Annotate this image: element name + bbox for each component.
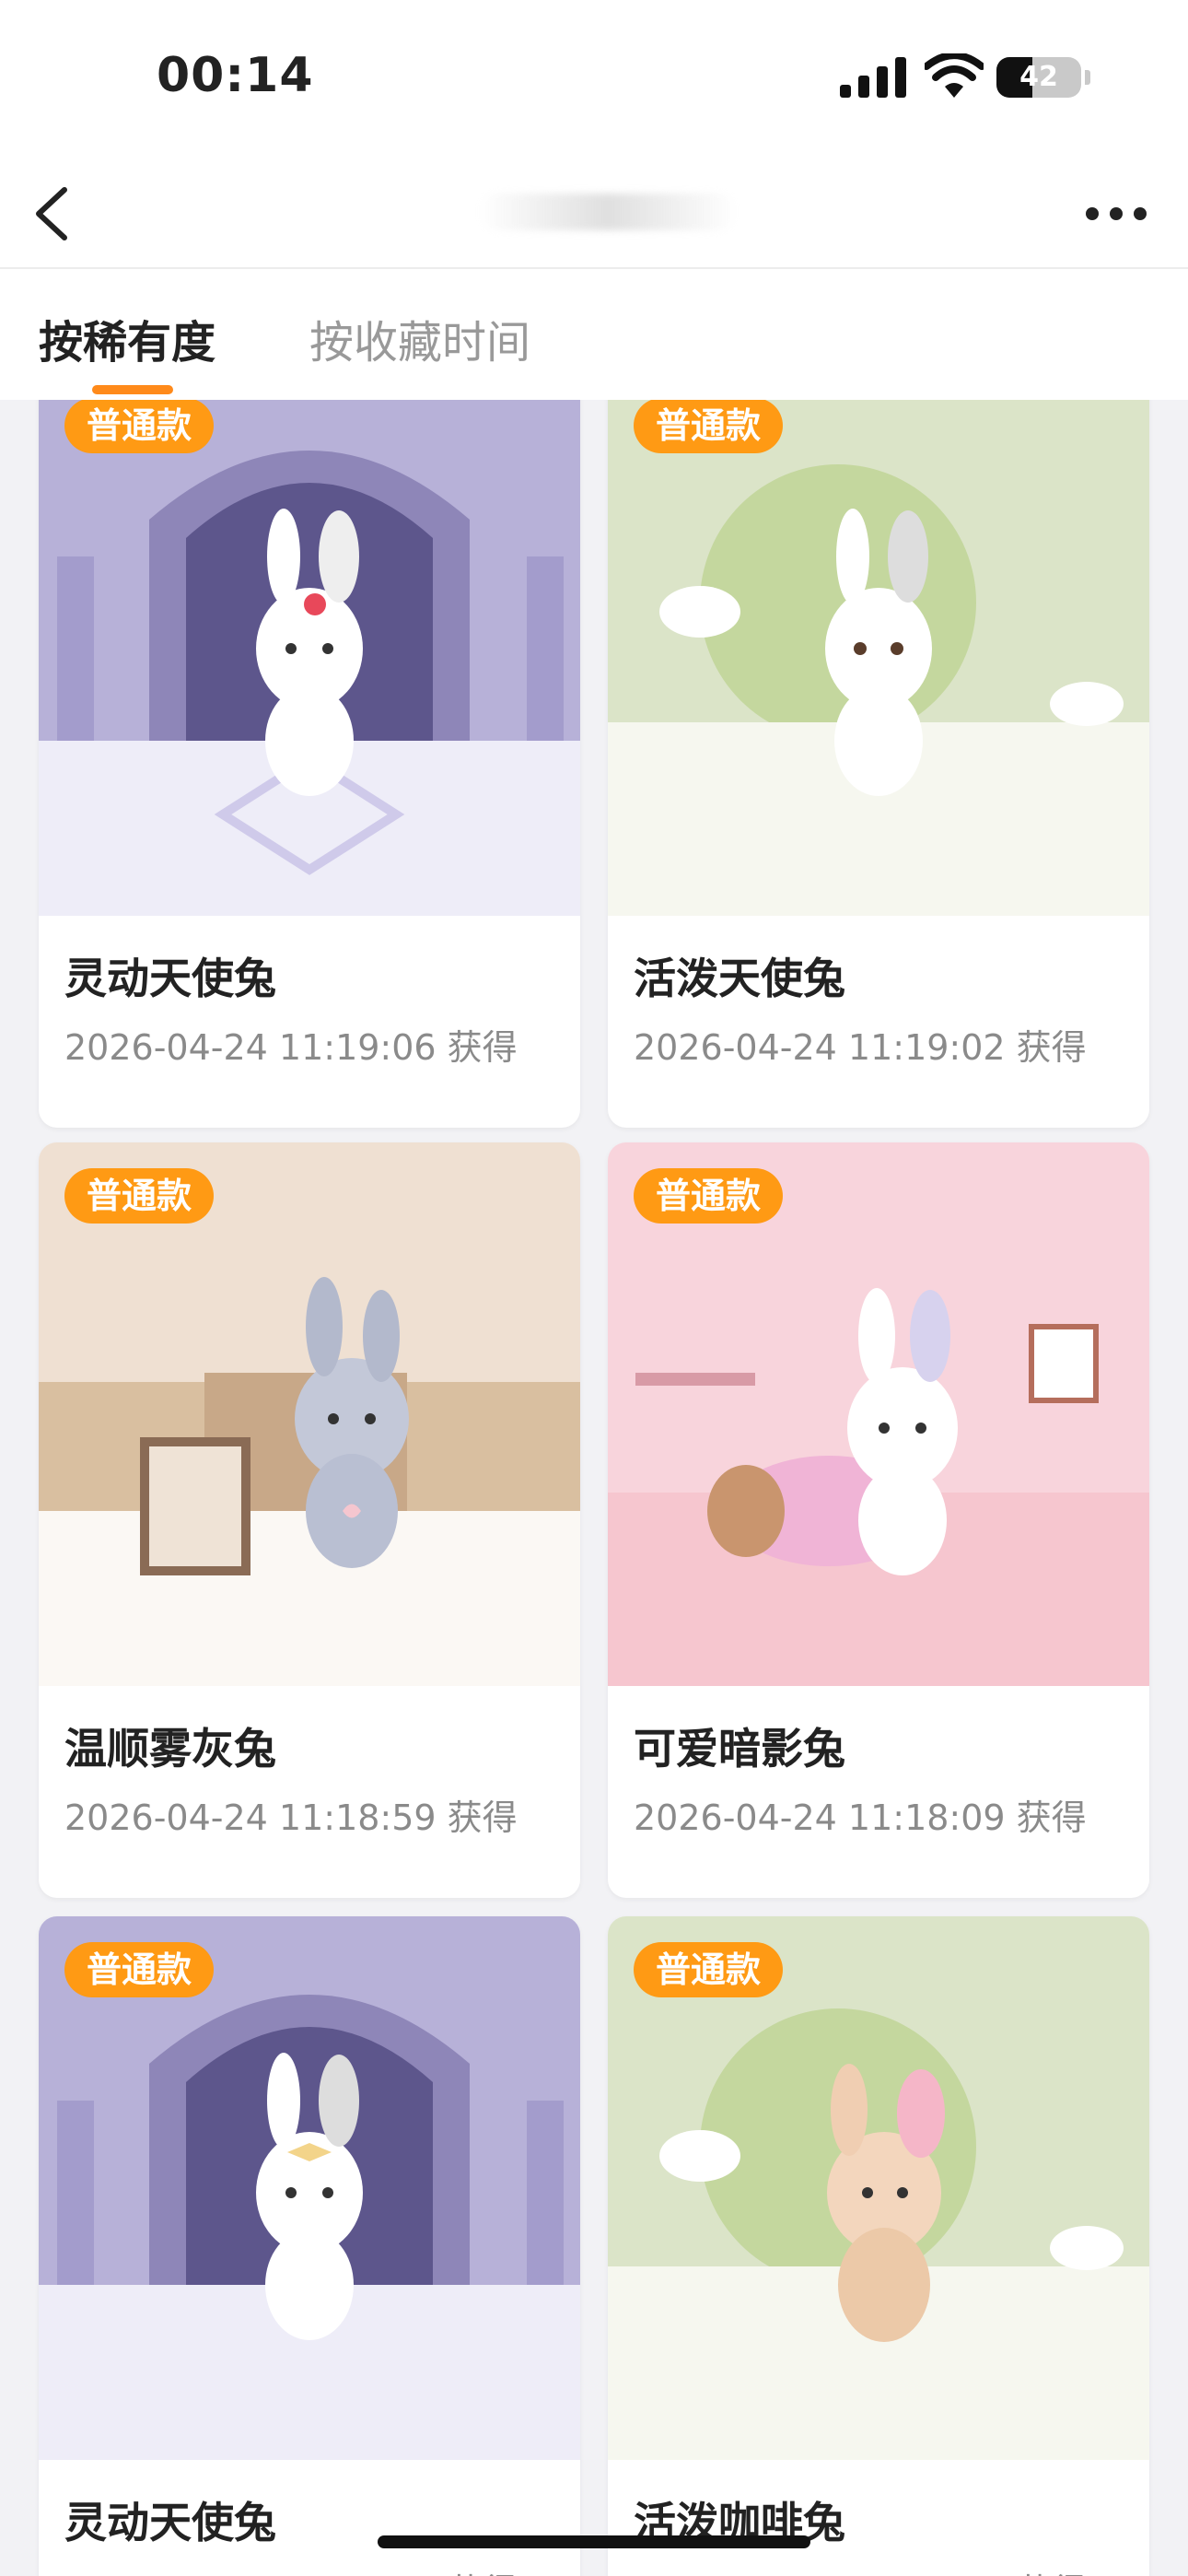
item-name: 灵动天使兔 — [64, 954, 276, 1003]
item-name: 温顺雾灰兔 — [64, 1724, 276, 1774]
home-indicator[interactable] — [378, 2535, 810, 2548]
item-image — [608, 1142, 1149, 1686]
item-date: 2026-04-24 11:08:22 获得 — [634, 2563, 1087, 2576]
tab-collect-time[interactable]: 按收藏时间 — [309, 306, 530, 370]
collection-card[interactable]: 普通款 灵动天使兔 2026-04-24 11:19:06 获得 — [39, 400, 580, 1128]
collection-card[interactable]: 普通款 活泼天使兔 2026-04-24 11:19:02 获得 — [608, 400, 1149, 1128]
battery-level: 42 — [1019, 61, 1058, 93]
collection-card[interactable]: 普通款 温顺雾灰兔 2026-04-24 11:18:59 获得 — [39, 1142, 580, 1898]
item-date: 2026-04-24 11:19:06 获得 — [64, 1027, 518, 1068]
item-image — [608, 400, 1149, 916]
item-date: 2026-04-24 11:18:59 获得 — [64, 1797, 518, 1838]
item-name: 可爱暗影兔 — [634, 1724, 845, 1774]
item-date: 2026-04-24 11:18:05 获得 — [64, 2563, 518, 2576]
rarity-badge: 普通款 — [64, 1168, 215, 1224]
item-image — [608, 1916, 1149, 2460]
nav-title-blurred — [479, 193, 737, 230]
navigation-bar — [0, 157, 1188, 269]
sort-tabs: 按稀有度 按收藏时间 — [0, 269, 1188, 400]
status-time: 00:14 — [157, 48, 314, 103]
active-tab-indicator — [92, 385, 173, 394]
signal-icon — [840, 57, 908, 98]
rarity-badge: 普通款 — [64, 400, 215, 453]
collection-grid: 普通款 灵动天使兔 2026-04-24 11:19:06 获得 普通款 活泼天… — [0, 400, 1188, 2576]
rarity-badge: 普通款 — [634, 400, 784, 453]
collection-card[interactable]: 普通款 活泼咖啡兔 2026-04-24 11:08:22 获得 — [608, 1916, 1149, 2576]
back-arrow-icon[interactable] — [26, 177, 90, 251]
item-date: 2026-04-24 11:18:09 获得 — [634, 1797, 1087, 1838]
rarity-badge: 普通款 — [634, 1942, 784, 1997]
collection-card[interactable]: 普通款 可爱暗影兔 2026-04-24 11:18:09 获得 — [608, 1142, 1149, 1898]
collection-card[interactable]: 普通款 灵动天使兔 2026-04-24 11:18:05 获得 — [39, 1916, 580, 2576]
item-image — [39, 400, 580, 916]
tab-rarity[interactable]: 按稀有度 — [39, 306, 215, 370]
item-date: 2026-04-24 11:19:02 获得 — [634, 1027, 1087, 1068]
wifi-icon — [925, 53, 984, 100]
rarity-badge: 普通款 — [634, 1168, 784, 1224]
item-image — [39, 1916, 580, 2460]
item-image — [39, 1142, 580, 1686]
battery-icon: 42 — [996, 57, 1090, 98]
item-name: 灵动天使兔 — [64, 2498, 276, 2547]
status-bar: 00:14 42 — [0, 0, 1188, 157]
rarity-badge: 普通款 — [64, 1942, 215, 1997]
item-name: 活泼天使兔 — [634, 954, 845, 1003]
more-icon[interactable] — [1083, 195, 1149, 232]
